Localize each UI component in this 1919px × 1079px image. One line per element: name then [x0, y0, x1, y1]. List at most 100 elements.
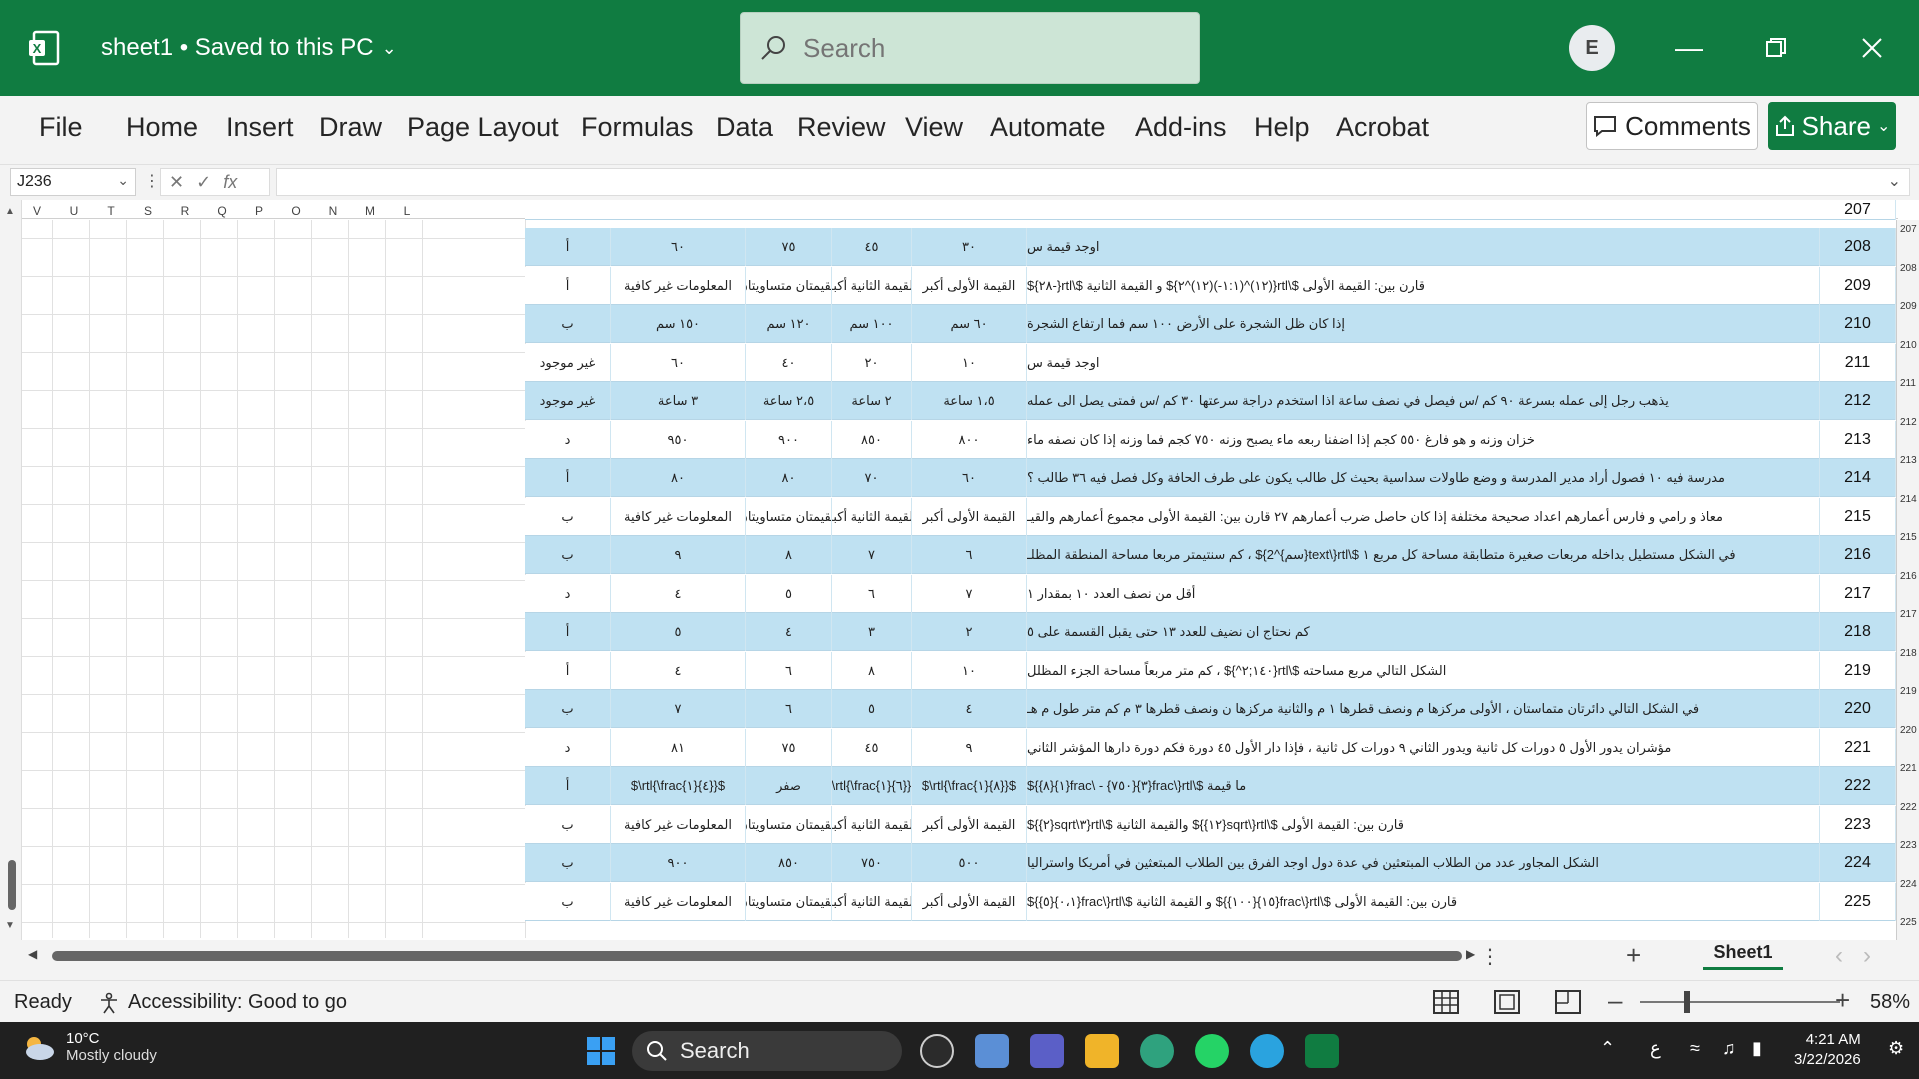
question-cell[interactable]: أقل من نصف العدد ١٠ بمقدار ١ [1027, 574, 1820, 613]
answer-cell-k[interactable]: غير موجود [525, 343, 611, 382]
question-cell[interactable]: كم نحتاج ان نضيف للعدد ١٣ حتى يقبل القسم… [1027, 613, 1820, 651]
answer-cell-j[interactable]: ٦٠ [611, 343, 746, 382]
vertical-scroll-thumb[interactable] [8, 860, 16, 910]
answer-cell-g[interactable]: ١،٥ ساعة [912, 382, 1027, 420]
scroll-up-icon[interactable]: ▲ [5, 206, 15, 217]
answer-cell-g[interactable]: ١٠ [912, 343, 1027, 382]
answer-cell-i[interactable]: صفر [746, 767, 832, 805]
tab-review[interactable]: Review [797, 112, 886, 143]
question-cell[interactable]: خزان وزنه و هو فارغ ٥٥٠ كجم إذا اضفنا رب… [1027, 420, 1820, 459]
volume-icon[interactable]: ♫ [1722, 1038, 1736, 1059]
answer-cell-g[interactable]: القيمة الأولى أكبر [912, 882, 1027, 921]
answer-cell-h[interactable]: ٧ [832, 536, 912, 574]
question-cell[interactable]: اوجد قيمة س [1027, 343, 1820, 382]
answer-cell-j[interactable]: المعلومات غير كافية [611, 497, 746, 536]
answer-cell-h[interactable]: ٢ ساعة [832, 382, 912, 420]
answer-cell-h[interactable]: ٨ [832, 651, 912, 690]
answer-cell-g[interactable]: ٥٠٠ [912, 844, 1027, 882]
sheet-nav-arrows[interactable]: ‹ › [1835, 942, 1871, 970]
answer-cell-j[interactable]: ٤ [611, 651, 746, 690]
answer-cell-j[interactable]: المعلومات غير كافية [611, 266, 746, 305]
tab-home[interactable]: Home [126, 112, 198, 143]
answer-cell-h[interactable]: القيمة الثانية أكبر [832, 266, 912, 305]
answer-cell-k[interactable]: د [525, 420, 611, 459]
question-cell[interactable]: إذا كان ظل الشجرة على الأرض ١٠٠ سم فما ا… [1027, 305, 1820, 343]
search-input[interactable] [803, 32, 1163, 64]
answer-cell-j[interactable]: $\rtl{\frac{١}{٤}}$ [611, 767, 746, 805]
column-header[interactable]: T [104, 204, 118, 218]
answer-cell-i[interactable]: ٧٥ [746, 728, 832, 767]
answer-cell-j[interactable]: ٩٥٠ [611, 420, 746, 459]
answer-cell-i[interactable]: ٦ [746, 651, 832, 690]
answer-cell-k[interactable]: ب [525, 305, 611, 343]
scroll-right-icon[interactable]: ▶ [1466, 947, 1475, 961]
table-row[interactable]: بالمعلومات غير كافيةالقيمتان متساويتانال… [525, 805, 1896, 844]
table-row[interactable]: ب ١٥٠ سم ١٢٠ سم ١٠٠ سم ٦٠ سم إذا كان ظل الشجر… [525, 305, 1896, 343]
answer-cell-i[interactable]: ٦ [746, 690, 832, 728]
question-cell[interactable]: قارن بين: القيمة الأولى $\rtl{\sqrt{١٢}}… [1027, 805, 1820, 844]
sheet-tab[interactable]: Sheet1 [1703, 938, 1783, 970]
column-header[interactable]: M [363, 204, 377, 218]
answer-cell-g[interactable]: $\rtl{\frac{١}{٨}}$ [912, 767, 1027, 805]
answer-cell-g[interactable]: القيمة الأولى أكبر [912, 266, 1027, 305]
table-row[interactable]: بالمعلومات غير كافيةالقيمتان متساويتانال… [525, 882, 1896, 921]
answer-cell-g[interactable]: ١٠ [912, 651, 1027, 690]
table-row[interactable]: ب ٩٠٠ ٨٥٠ ٧٥٠ ٥٠٠ الشكل المجاور عدد من الطلاب… [525, 844, 1896, 882]
answer-cell-g[interactable]: ٤ [912, 690, 1027, 728]
answer-cell-k[interactable]: ب [525, 844, 611, 882]
answer-cell-h[interactable]: القيمة الثانية أكبر [832, 805, 912, 844]
answer-cell-h[interactable]: القيمة الثانية أكبر [832, 497, 912, 536]
answer-cell-h[interactable]: ٨٥٠ [832, 420, 912, 459]
answer-cell-i[interactable]: ٩٠٠ [746, 420, 832, 459]
table-row[interactable]: أ ٦٠ ٧٥ ٤٥ ٣٠ اوجد قيمة س 208 [525, 228, 1896, 266]
question-cell[interactable]: مؤشران يدور الأول ٥ دورات كل ثانية ويدور… [1027, 728, 1820, 767]
zoom-level[interactable]: 58% [1870, 991, 1910, 1014]
whatsapp-icon[interactable] [1195, 1034, 1229, 1068]
answer-cell-i[interactable]: ٢،٥ ساعة [746, 382, 832, 420]
document-title[interactable]: sheet1 • Saved to this PC ⌄ [101, 34, 397, 62]
table-row[interactable]: أ ٥ ٤ ٣ ٢ كم نحتاج ان نضيف للعدد ١٣ حتى يقبل … [525, 613, 1896, 651]
column-header[interactable]: U [67, 204, 81, 218]
question-cell[interactable]: معاذ و رامي و فارس أعمارهم اعداد صحيحة م… [1027, 497, 1820, 536]
question-cell[interactable]: قارن بين: القيمة الأولى $\rtl{(١٢)^(١:١-… [1027, 266, 1820, 305]
answer-cell-i[interactable]: ٨٠ [746, 459, 832, 497]
answer-cell-i[interactable]: القيمتان متساويتان [746, 497, 832, 536]
table-row[interactable]: غير موجود ٣ ساعة ٢،٥ ساعة ٢ ساعة ١،٥ ساعة يذه… [525, 382, 1896, 420]
column-header[interactable]: R [178, 204, 192, 218]
weather-widget[interactable]: 10°C Mostly cloudy [20, 1030, 157, 1064]
answer-cell-k[interactable]: أ [525, 228, 611, 266]
answer-cell-i[interactable]: ٤٠ [746, 343, 832, 382]
windows-start-icon[interactable] [584, 1034, 618, 1068]
answer-cell-k[interactable]: ب [525, 536, 611, 574]
more-options-icon[interactable]: ⋮ [1480, 944, 1500, 969]
answer-cell-j[interactable]: المعلومات غير كافية [611, 805, 746, 844]
store-icon[interactable] [975, 1034, 1009, 1068]
answer-cell-h[interactable]: ٣ [832, 613, 912, 651]
empty-columns[interactable] [22, 220, 526, 938]
answer-cell-j[interactable]: ٦٠ [611, 228, 746, 266]
tab-page-layout[interactable]: Page Layout [407, 112, 559, 143]
answer-cell-g[interactable]: ٩ [912, 728, 1027, 767]
scroll-down-icon[interactable]: ▼ [5, 920, 15, 931]
table-row[interactable]: ب ٩ ٨ ٧ ٦ في الشكل مستطيل بداخله مربعات صغيرة… [525, 536, 1896, 574]
column-header[interactable]: N [326, 204, 340, 218]
avatar[interactable]: E [1569, 25, 1615, 71]
column-header[interactable]: O [289, 204, 303, 218]
tab-file[interactable]: File [39, 112, 83, 143]
page-layout-view-icon[interactable] [1493, 989, 1521, 1015]
answer-cell-k[interactable]: أ [525, 459, 611, 497]
search-box[interactable] [740, 12, 1200, 84]
tab-formulas[interactable]: Formulas [581, 112, 694, 143]
answer-cell-i[interactable]: القيمتان متساويتان [746, 266, 832, 305]
folder-icon[interactable] [1085, 1034, 1119, 1068]
answer-cell-g[interactable]: القيمة الأولى أكبر [912, 497, 1027, 536]
answer-cell-j[interactable]: ٨١ [611, 728, 746, 767]
horizontal-scrollbar[interactable]: ◀ ▶ [22, 944, 1475, 968]
telegram-icon[interactable] [1250, 1034, 1284, 1068]
question-cell[interactable]: يذهب رجل إلى عمله بسرعة ٩٠ كم /س فيصل في… [1027, 382, 1820, 420]
minimize-button[interactable]: — [1669, 28, 1709, 68]
answer-cell-j[interactable]: المعلومات غير كافية [611, 882, 746, 921]
edge-icon[interactable] [1140, 1034, 1174, 1068]
taskbar-search[interactable]: Search [632, 1031, 902, 1071]
answer-cell-j[interactable]: ٣ ساعة [611, 382, 746, 420]
